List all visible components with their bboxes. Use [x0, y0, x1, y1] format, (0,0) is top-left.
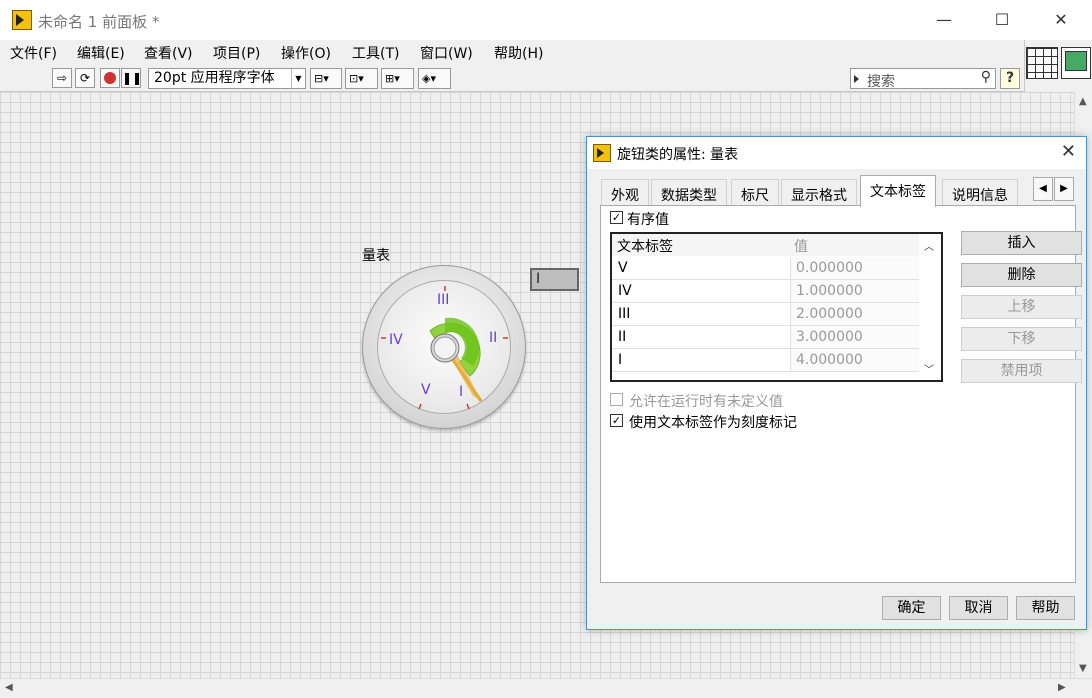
minimize-button[interactable]: — — [932, 8, 956, 32]
dialog-close-button[interactable]: ✕ — [1061, 141, 1076, 162]
chevron-down-icon: ▼ — [291, 69, 305, 88]
column-header-value: 值 — [794, 239, 808, 255]
meter-tick-label: III — [437, 292, 450, 308]
meter-gauge[interactable]: III II IV V I — [362, 265, 526, 429]
menu-help[interactable]: 帮助(H) — [494, 43, 543, 63]
labview-app-icon — [12, 10, 32, 30]
text-labels-table[interactable]: 文本标签 值 V 0.000000 IV 1.000000 III 2.0000… — [610, 232, 943, 382]
row-value[interactable]: 3.000000 — [790, 326, 920, 348]
row-label[interactable]: IV — [618, 283, 632, 299]
distribute-objects-icon[interactable]: ⊡▾ — [345, 68, 378, 89]
abort-icon[interactable] — [100, 68, 120, 88]
scroll-up-icon[interactable]: ▲ — [1079, 96, 1087, 107]
vi-icon[interactable] — [1061, 47, 1091, 79]
ordered-values-label: 有序值 — [627, 212, 669, 228]
tab-display-format[interactable]: 显示格式 — [781, 179, 857, 207]
table-row[interactable]: V 0.000000 — [612, 257, 920, 280]
pause-icon[interactable]: ❚❚ — [121, 68, 142, 88]
disable-item-button[interactable]: 禁用项 — [961, 359, 1082, 383]
menu-operate[interactable]: 操作(O) — [281, 43, 331, 63]
tab-scroll-left-icon[interactable]: ◀ — [1033, 177, 1053, 201]
meter-tick-label: I — [459, 384, 464, 400]
cancel-button[interactable]: 取消 — [949, 596, 1008, 620]
font-select-value: 20pt 应用程序字体 — [154, 70, 275, 86]
search-icon[interactable]: ⚲ — [981, 69, 991, 85]
chevron-up-icon[interactable]: ︿ — [924, 238, 934, 253]
row-value[interactable]: 1.000000 — [790, 280, 920, 302]
search-marker-icon — [854, 75, 859, 83]
allow-undefined-label: 允许在运行时有未定义值 — [629, 394, 783, 410]
insert-button[interactable]: 插入 — [961, 231, 1082, 255]
toolbar: ⇨ ⟳ ❚❚ 20pt 应用程序字体 ▼ ⊟▾ ⊡▾ ⊞▾ ◈▾ 搜索 ⚲ ? — [0, 64, 1024, 92]
table-scrollbar[interactable]: ︿ ﹀ — [919, 234, 941, 380]
tab-text-labels[interactable]: 文本标签 — [860, 175, 936, 207]
tab-scale[interactable]: 标尺 — [731, 179, 779, 207]
close-window-button[interactable]: ✕ — [1049, 8, 1073, 32]
move-up-button[interactable]: 上移 — [961, 295, 1082, 319]
menu-view[interactable]: 查看(V) — [144, 43, 193, 63]
table-row[interactable]: III 2.000000 — [612, 303, 920, 326]
tab-appearance[interactable]: 外观 — [601, 179, 649, 207]
row-label[interactable]: II — [618, 329, 626, 345]
align-objects-icon[interactable]: ⊟▾ — [310, 68, 342, 89]
scroll-down-icon[interactable]: ▼ — [1079, 663, 1087, 674]
meter-tick-label: V — [421, 382, 431, 398]
move-down-button[interactable]: 下移 — [961, 327, 1082, 351]
use-text-labels-checkbox[interactable]: ✓ — [610, 414, 623, 427]
row-value[interactable]: 4.000000 — [790, 349, 920, 371]
run-arrow-icon[interactable]: ⇨ — [52, 68, 72, 88]
tab-data-type[interactable]: 数据类型 — [651, 179, 727, 207]
window-title: 未命名 1 前面板 * — [38, 13, 160, 31]
run-continuously-icon[interactable]: ⟳ — [75, 68, 95, 88]
scroll-right-icon[interactable]: ▶ — [1058, 682, 1066, 693]
row-value[interactable]: 0.000000 — [790, 257, 920, 279]
row-label[interactable]: V — [618, 260, 628, 276]
chevron-down-icon[interactable]: ﹀ — [924, 361, 934, 376]
meter-label: 量表 — [362, 248, 390, 264]
connector-pane-icon[interactable] — [1026, 47, 1058, 79]
meter-tick-label: IV — [389, 332, 403, 348]
help-button[interactable]: 帮助 — [1016, 596, 1075, 620]
menu-bar: 文件(F) 编辑(E) 查看(V) 项目(P) 操作(O) 工具(T) 窗口(W… — [0, 40, 1024, 64]
scroll-left-icon[interactable]: ◀ — [5, 682, 13, 693]
table-header: 文本标签 值 — [612, 234, 920, 256]
meter-tick-label: II — [489, 330, 498, 346]
maximize-button[interactable]: ☐ — [990, 8, 1014, 32]
allow-undefined-checkbox[interactable] — [610, 393, 623, 406]
menu-window[interactable]: 窗口(W) — [420, 43, 473, 63]
delete-button[interactable]: 删除 — [961, 263, 1082, 287]
tab-scroll-right-icon[interactable]: ▶ — [1054, 177, 1074, 201]
row-label[interactable]: III — [618, 306, 630, 322]
menu-tools[interactable]: 工具(T) — [352, 43, 399, 63]
menu-file[interactable]: 文件(F) — [10, 43, 57, 63]
menu-edit[interactable]: 编辑(E) — [77, 43, 125, 63]
reorder-icon[interactable]: ◈▾ — [418, 68, 451, 89]
table-row[interactable]: I 4.000000 — [612, 349, 920, 372]
tab-documentation[interactable]: 说明信息 — [942, 179, 1018, 207]
meter-graphics — [381, 286, 508, 410]
use-text-labels-label: 使用文本标签作为刻度标记 — [629, 415, 797, 431]
dialog-title-bar: 旋钮类的属性: 量表 ✕ — [587, 137, 1086, 169]
table-row[interactable]: II 3.000000 — [612, 326, 920, 349]
table-row[interactable]: IV 1.000000 — [612, 280, 920, 303]
search-input[interactable]: 搜索 ⚲ — [850, 68, 996, 90]
ordered-values-checkbox[interactable]: ✓ — [610, 211, 623, 224]
ok-button[interactable]: 确定 — [882, 596, 941, 620]
labview-dialog-icon — [593, 144, 611, 162]
connector-pane-area — [1024, 40, 1092, 92]
menu-project[interactable]: 项目(P) — [213, 43, 260, 63]
dialog-title: 旋钮类的属性: 量表 — [617, 147, 739, 163]
search-placeholder: 搜索 — [867, 74, 895, 90]
resize-objects-icon[interactable]: ⊞▾ — [381, 68, 414, 89]
font-select[interactable]: 20pt 应用程序字体 ▼ — [148, 68, 306, 89]
text-labels-panel: ✓ 有序值 文本标签 值 V 0.000000 IV 1.000000 III … — [600, 205, 1082, 583]
row-value[interactable]: 2.000000 — [790, 303, 920, 325]
column-header-label: 文本标签 — [617, 239, 673, 255]
title-bar: 未命名 1 前面板 * — ☐ ✕ — [0, 0, 1092, 40]
row-label[interactable]: I — [618, 352, 622, 368]
properties-dialog: 旋钮类的属性: 量表 ✕ 外观 数据类型 标尺 显示格式 文本标签 说明信息 ◀… — [586, 136, 1087, 630]
context-help-button[interactable]: ? — [1000, 68, 1020, 89]
ring-indicator[interactable]: I — [530, 268, 579, 291]
horizontal-scrollbar[interactable]: ◀ ▶ — [0, 678, 1092, 698]
